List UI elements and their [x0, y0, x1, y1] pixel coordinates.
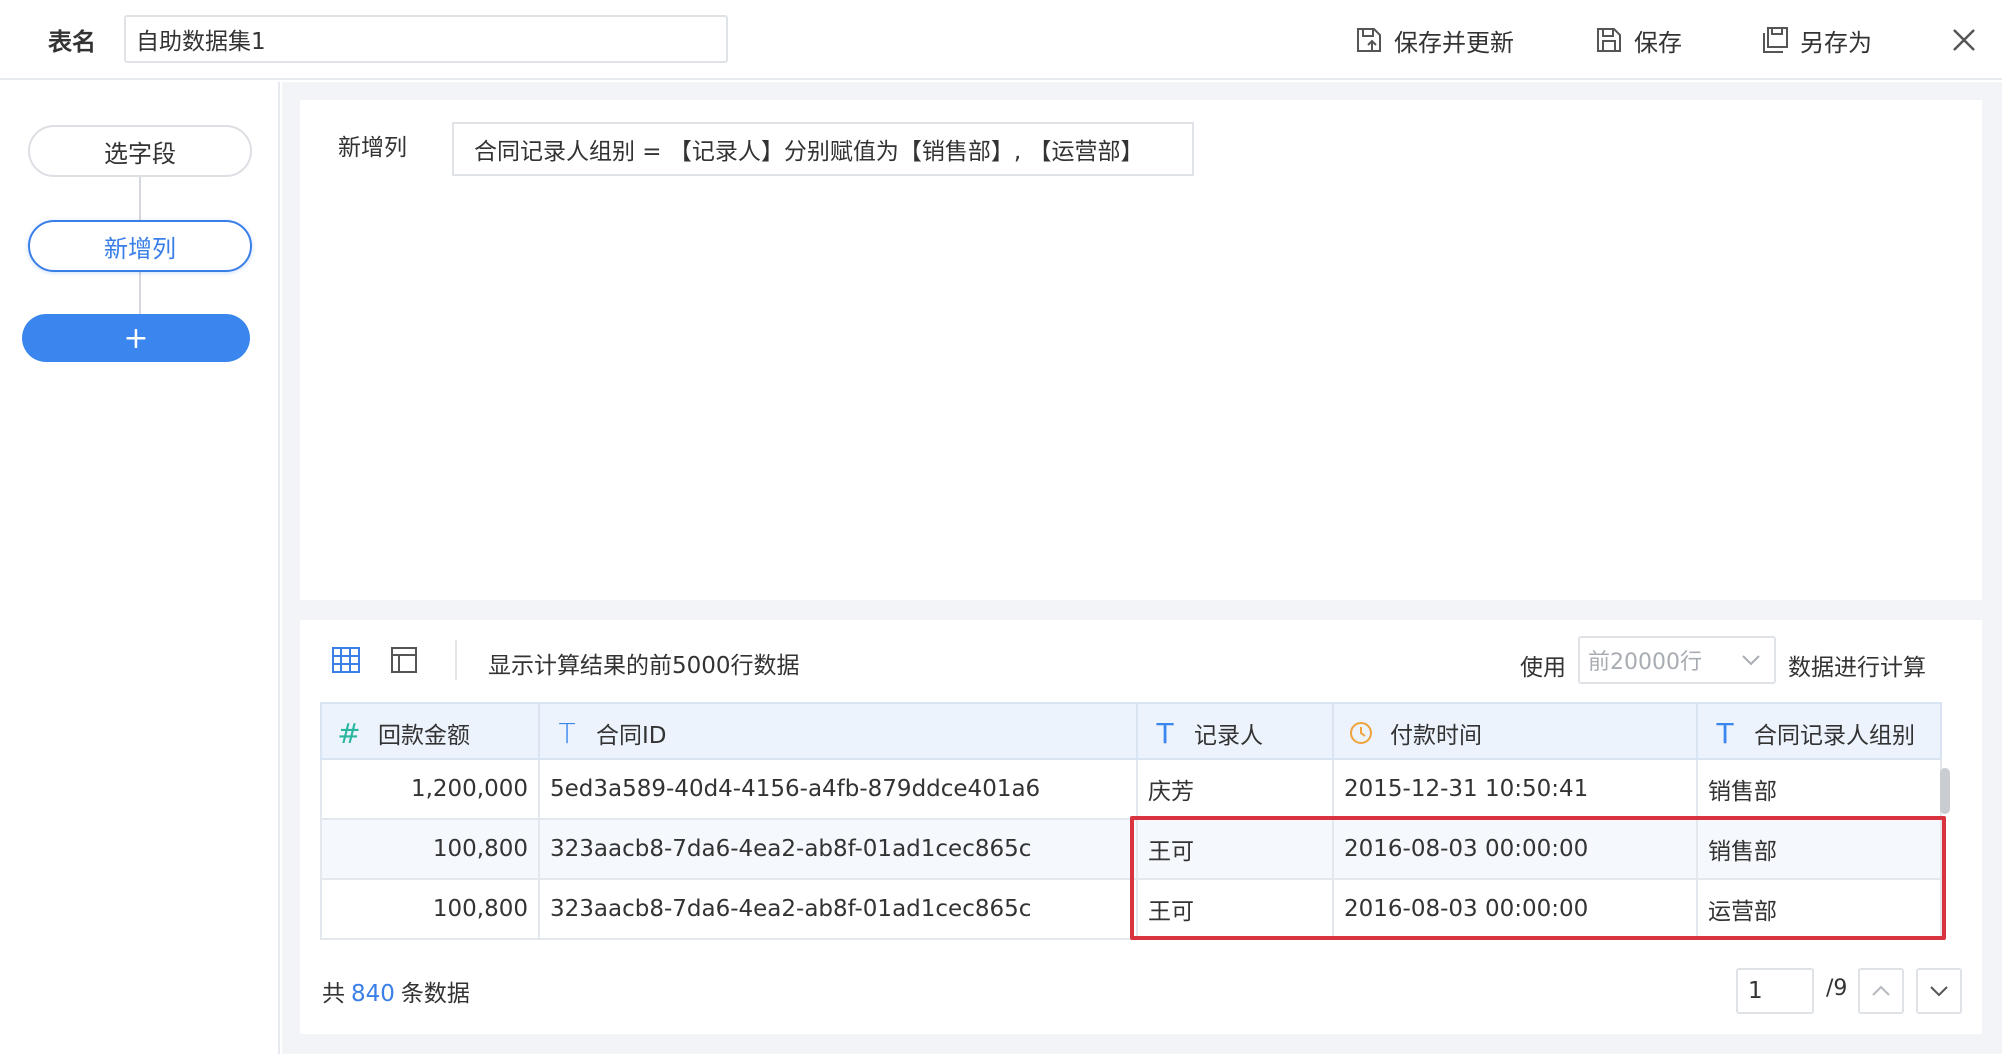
toolbar-divider: [455, 640, 457, 680]
step-connector: [139, 177, 141, 220]
save-as-button[interactable]: 另存为: [1760, 20, 1872, 60]
table-cell: 323aacb8-7da6-4ea2-ab8f-01ad1cec865c: [540, 820, 1138, 878]
page-number-input[interactable]: [1736, 968, 1814, 1014]
table-cell: 1,200,000: [322, 760, 540, 818]
editor-panel: 新增列 合同记录人组别 = 【记录人】分别赋值为【销售部】, 【运营部】: [300, 100, 1982, 600]
chevron-down-icon: [1930, 986, 1948, 997]
table-cell: 销售部: [1708, 779, 1777, 805]
prev-page-button[interactable]: [1858, 968, 1904, 1014]
formula-text: 合同记录人组别 = 【记录人】分别赋值为【销售部】, 【运营部】: [474, 139, 1144, 165]
table-cell: 100,800: [322, 820, 540, 878]
preview-info: 显示计算结果的前5000行数据: [488, 653, 800, 679]
table-name-label: 表名: [48, 28, 96, 56]
preview-panel: 显示计算结果的前5000行数据 使用 前20000行 数据进行计算 # 回款金额…: [300, 620, 1982, 1034]
clock-icon: [1346, 718, 1376, 748]
total-suffix: 条数据: [400, 981, 470, 1007]
editor-label: 新增列: [338, 135, 407, 161]
text-type-icon: T: [1716, 716, 1734, 750]
column-header[interactable]: 付款时间: [1334, 704, 1698, 762]
chevron-up-icon: [1872, 985, 1890, 996]
save-label: 保存: [1634, 28, 1682, 57]
save-as-label: 另存为: [1800, 28, 1872, 57]
column-header-label: 合同ID: [596, 723, 667, 749]
chevron-down-icon: [1742, 655, 1760, 666]
table-cell: 王可: [1138, 880, 1334, 938]
total-count: 共 840 条数据: [322, 974, 470, 1008]
table-header: # 回款金额 T 合同ID T 记录人 付款时间 T 合同记录人组别: [320, 702, 1942, 762]
table-cell: 运营部: [1708, 899, 1777, 925]
save-and-update-button[interactable]: 保存并更新: [1354, 20, 1514, 60]
add-step-button[interactable]: +: [22, 314, 250, 362]
save-and-update-label: 保存并更新: [1394, 28, 1514, 57]
text-type-icon: T: [1156, 716, 1174, 750]
top-bar: 表名 保存并更新 保存 另存为: [0, 0, 2002, 80]
total-prefix: 共: [322, 981, 345, 1007]
table-cell: 庆芳: [1138, 760, 1334, 818]
table-row[interactable]: 1,200,000 5ed3a589-40d4-4156-a4fb-879ddc…: [320, 760, 1942, 820]
page-total: /9: [1826, 976, 1848, 1001]
step-add-column[interactable]: 新增列: [28, 220, 252, 272]
table-cell: 2015-12-31 10:50:41: [1334, 760, 1698, 818]
save-update-icon: [1357, 28, 1381, 52]
table-row[interactable]: 100,800 323aacb8-7da6-4ea2-ab8f-01ad1cec…: [320, 880, 1942, 940]
table-cell: 王可: [1138, 820, 1334, 878]
calc-label: 数据进行计算: [1788, 655, 1926, 681]
text-type-icon: T: [558, 716, 576, 750]
table-cell: 2016-08-03 00:00:00: [1334, 880, 1698, 938]
table-name-input[interactable]: [124, 15, 728, 63]
row-count-value: 前20000行: [1588, 650, 1702, 675]
next-page-button[interactable]: [1916, 968, 1962, 1014]
save-as-icon: [1763, 27, 1788, 53]
column-header[interactable]: T 合同ID: [540, 704, 1138, 762]
save-icon: [1597, 28, 1621, 52]
table-cell: 5ed3a589-40d4-4156-a4fb-879ddce401a6: [540, 760, 1138, 818]
column-header-label: 付款时间: [1390, 723, 1482, 749]
table-row[interactable]: 100,800 323aacb8-7da6-4ea2-ab8f-01ad1cec…: [320, 820, 1942, 880]
table-view-icon[interactable]: [330, 644, 362, 676]
table-scrollbar[interactable]: [1940, 768, 1950, 814]
table-cell: 323aacb8-7da6-4ea2-ab8f-01ad1cec865c: [540, 880, 1138, 938]
layout-view-icon[interactable]: [388, 644, 420, 676]
formula-box[interactable]: 合同记录人组别 = 【记录人】分别赋值为【销售部】, 【运营部】: [452, 122, 1194, 176]
step-sidebar: 选字段 新增列 +: [0, 82, 280, 1054]
number-type-icon: #: [337, 716, 361, 750]
column-header-label: 合同记录人组别: [1754, 723, 1915, 749]
step-select-fields[interactable]: 选字段: [28, 125, 252, 177]
table-cell: 销售部: [1708, 839, 1777, 865]
column-header-label: 记录人: [1194, 723, 1263, 749]
total-count-value: 840: [351, 981, 395, 1007]
table-cell: 2016-08-03 00:00:00: [1334, 820, 1698, 878]
column-header[interactable]: # 回款金额: [322, 704, 540, 762]
save-button[interactable]: 保存: [1594, 20, 1682, 60]
close-icon[interactable]: [1948, 24, 1980, 56]
table-cell: 100,800: [322, 880, 540, 938]
use-label: 使用: [1520, 655, 1566, 681]
row-count-select[interactable]: 前20000行: [1578, 636, 1776, 684]
column-header[interactable]: T 合同记录人组别: [1698, 704, 1940, 762]
column-header-label: 回款金额: [378, 723, 470, 749]
step-connector: [139, 272, 141, 314]
column-header[interactable]: T 记录人: [1138, 704, 1334, 762]
